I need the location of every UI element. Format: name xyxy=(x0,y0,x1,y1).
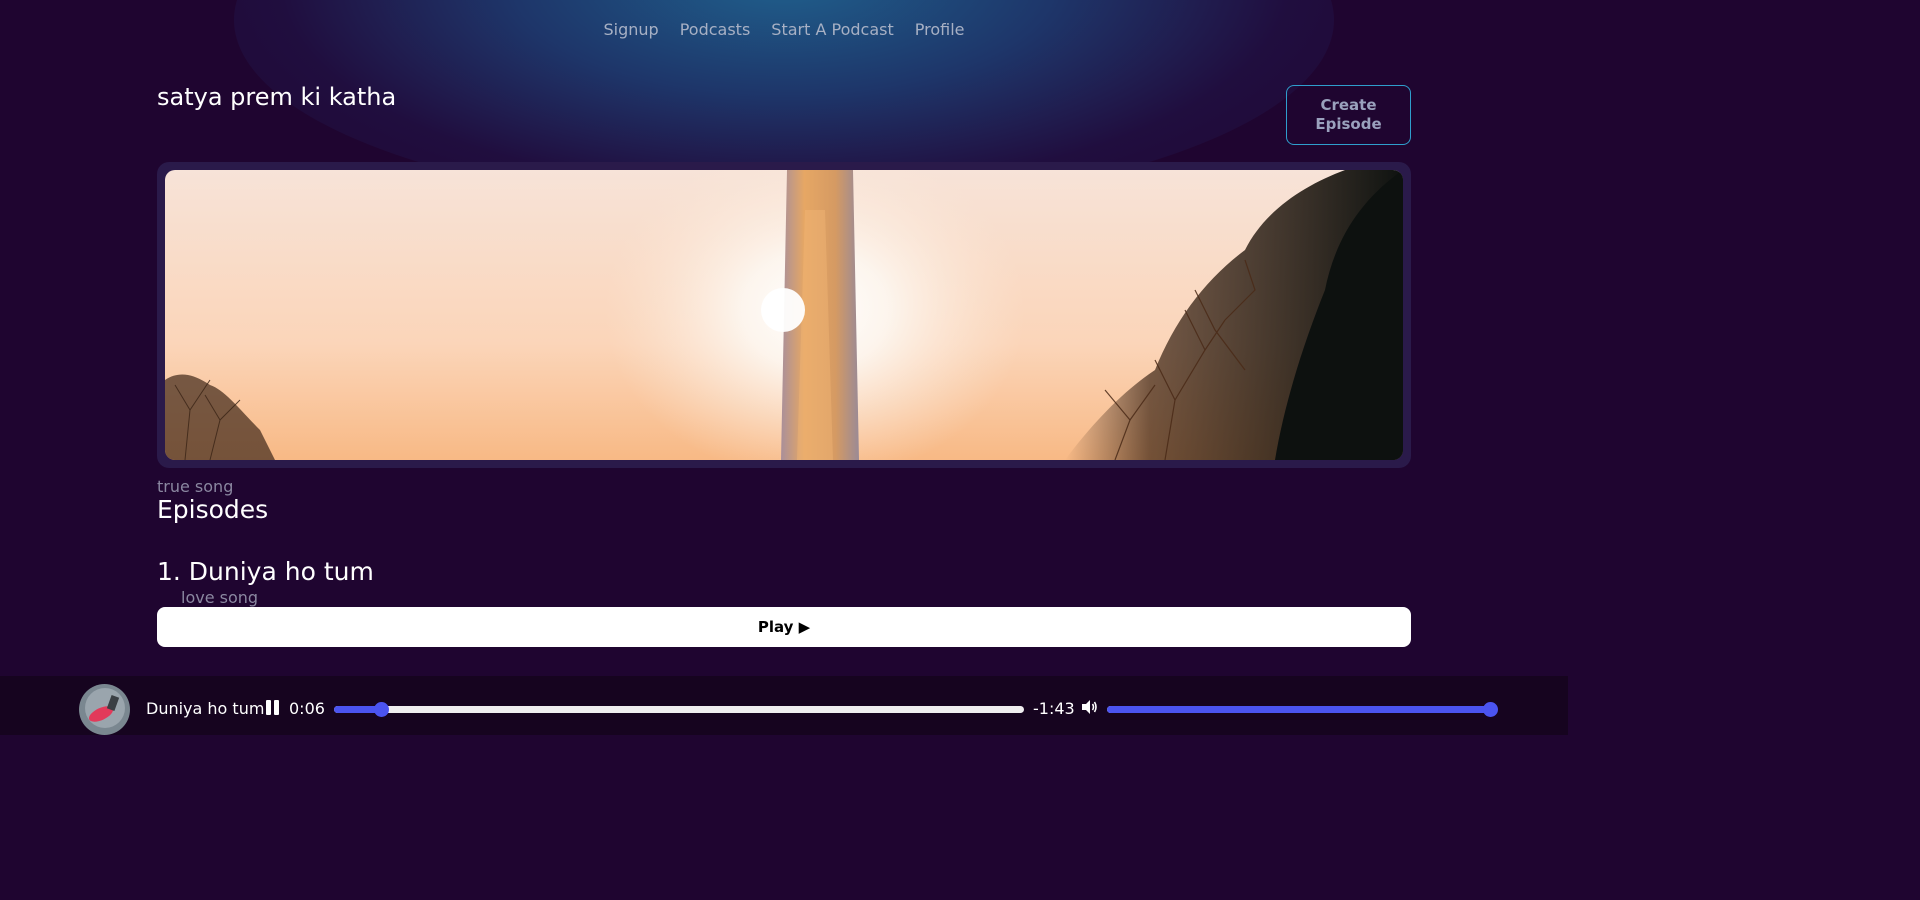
player-remaining-time: -1:43 xyxy=(1033,699,1075,718)
seek-bar[interactable] xyxy=(334,702,1024,717)
player-thumbnail-image xyxy=(79,684,130,735)
speaker-icon[interactable] xyxy=(1080,698,1098,716)
episode-description: love song xyxy=(181,588,259,607)
podcast-description: true song xyxy=(157,477,234,496)
podcast-banner-image xyxy=(165,170,1403,460)
audio-player: Duniya ho tum 0:06 -1:43 xyxy=(0,676,1568,735)
episodes-heading: Episodes xyxy=(157,495,269,524)
podcast-title: satya prem ki katha xyxy=(157,83,397,111)
volume-slider-fill xyxy=(1107,706,1490,713)
podcast-page: Signup Podcasts Start A Podcast Profile … xyxy=(0,0,1568,735)
player-thumbnail xyxy=(79,684,130,735)
volume-slider-handle[interactable] xyxy=(1483,702,1498,717)
player-track-title: Duniya ho tum xyxy=(146,699,265,718)
navbar: Signup Podcasts Start A Podcast Profile xyxy=(0,20,1568,39)
nav-link-podcasts[interactable]: Podcasts xyxy=(680,20,751,39)
nav-link-start-podcast[interactable]: Start A Podcast xyxy=(771,20,893,39)
player-current-time: 0:06 xyxy=(289,699,325,718)
nav-link-profile[interactable]: Profile xyxy=(915,20,965,39)
nav-link-signup[interactable]: Signup xyxy=(604,20,659,39)
banner-frame xyxy=(157,162,1411,468)
episode-play-button[interactable]: Play ▶ xyxy=(157,607,1411,647)
create-episode-button[interactable]: Create Episode xyxy=(1286,85,1411,145)
seek-bar-handle[interactable] xyxy=(373,702,389,717)
pause-icon[interactable] xyxy=(266,700,280,715)
volume-slider[interactable] xyxy=(1107,702,1498,717)
episode-title: 1. Duniya ho tum xyxy=(157,557,374,586)
